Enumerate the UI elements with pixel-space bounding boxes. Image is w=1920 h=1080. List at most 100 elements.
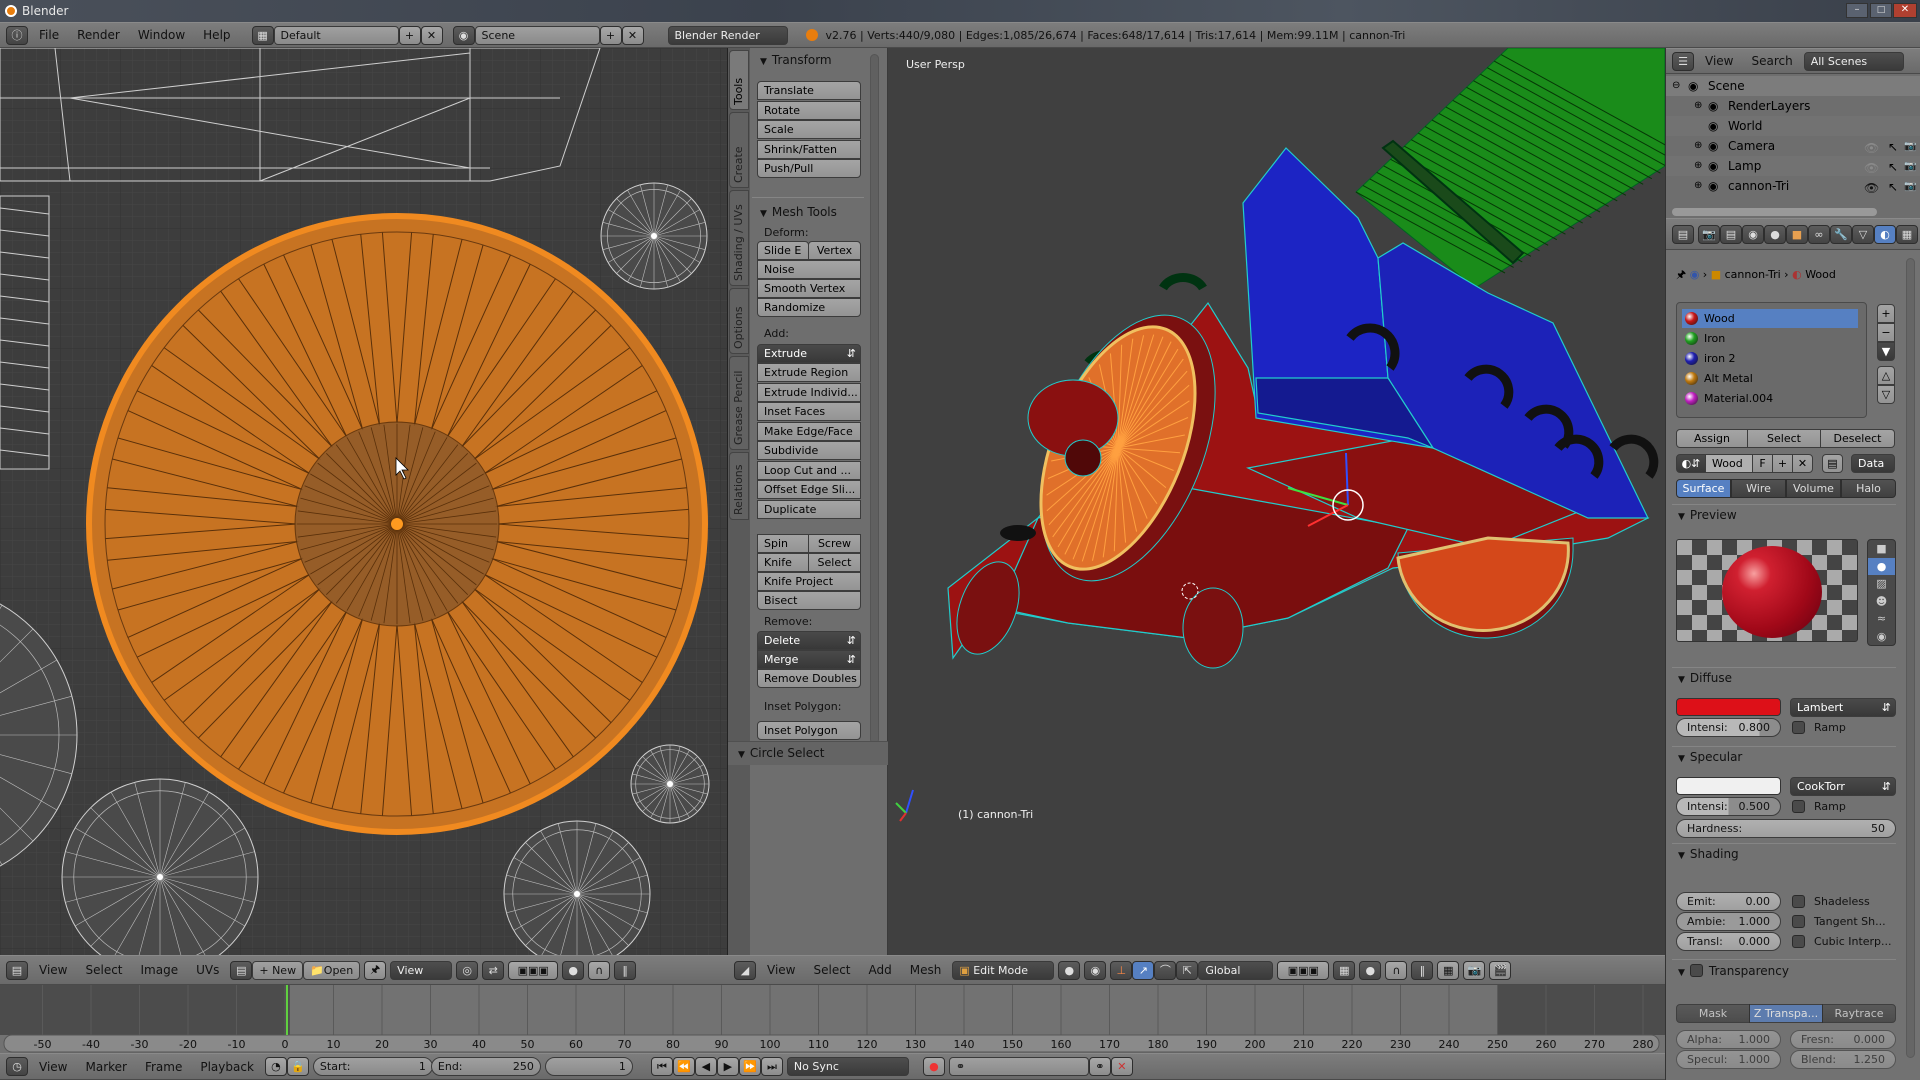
preview-panel-header[interactable]: Preview — [1678, 508, 1737, 522]
extrude-dropdown[interactable]: Extrude ⇵ — [757, 344, 861, 363]
preview-range-icon[interactable]: ◔ — [264, 1057, 287, 1076]
material-type-tab[interactable]: Surface — [1676, 479, 1731, 498]
preview-sphere-icon[interactable]: ● — [1868, 557, 1895, 575]
browse-material-button[interactable]: ◐⇵ — [1676, 454, 1706, 473]
3d-menu-select[interactable]: Select — [806, 963, 857, 977]
opengl-anim-icon[interactable]: 🎬 — [1489, 960, 1512, 980]
outliner-item[interactable]: ⊕ ◉ cannon-Tri 👁 ↖ 📷 — [1666, 176, 1920, 196]
uv-menu-select[interactable]: Select — [78, 963, 129, 977]
slot-specials-button[interactable]: ▼ — [1877, 342, 1895, 361]
opengl-render-icon[interactable]: 📷 — [1463, 960, 1486, 980]
shading-panel-header[interactable]: Shading — [1678, 847, 1739, 861]
view-mode-select[interactable]: View — [390, 960, 453, 980]
node-tree-button[interactable]: ▤ — [1822, 454, 1843, 473]
transform-rotate-button[interactable]: Rotate — [757, 100, 861, 120]
end-frame-field[interactable]: End: 250 — [430, 1057, 541, 1076]
uv-menu-image[interactable]: Image — [134, 963, 186, 977]
lock-icon[interactable]: 🔒 — [286, 1057, 309, 1076]
circle-select-header[interactable]: Circle Select — [738, 746, 825, 760]
tangent-shading-checkbox[interactable] — [1792, 915, 1805, 928]
material-name-field[interactable]: Wood — [1705, 454, 1753, 473]
snap-element-icon[interactable]: ‖ — [614, 960, 637, 980]
snap-icon[interactable]: ∩ — [1385, 960, 1408, 980]
outliner-menu-search[interactable]: Search — [1744, 54, 1799, 68]
expand-icon[interactable]: ⊕ — [1694, 96, 1702, 116]
transparency-method-tab[interactable]: Mask — [1676, 1004, 1750, 1023]
expand-icon[interactable]: ⊕ — [1694, 156, 1702, 176]
blend-field[interactable]: Blend: 1.250 — [1790, 1050, 1896, 1069]
sync-selection-icon[interactable]: ⇄ — [482, 960, 505, 980]
diffuse-ramp-checkbox[interactable] — [1792, 721, 1805, 734]
merge-dropdown[interactable]: Merge ⇵ — [757, 650, 861, 669]
expand-icon[interactable]: ⊖ — [1672, 76, 1680, 96]
transparency-method-tab[interactable]: Z Transpa... — [1749, 1004, 1823, 1023]
shelf-tab[interactable]: Relations — [729, 452, 749, 520]
preview-monkey-icon[interactable]: ☻ — [1868, 593, 1895, 611]
material-slot[interactable]: Alt Metal — [1682, 369, 1858, 388]
maximize-button[interactable]: □ — [1870, 3, 1892, 18]
fake-user-button[interactable]: F — [1752, 454, 1773, 473]
knife-button[interactable]: Knife — [757, 553, 809, 572]
record-icon[interactable]: ● — [922, 1057, 945, 1076]
close-window-button[interactable]: ✕ — [1893, 3, 1917, 18]
3d-menu-view[interactable]: View — [760, 963, 802, 977]
selectable-arrow-icon[interactable]: ↖ — [1888, 157, 1898, 177]
timeline-menu-view[interactable]: View — [32, 1060, 74, 1074]
tab-world-icon[interactable]: ● — [1764, 224, 1786, 244]
preview-flat-icon[interactable]: ■ — [1868, 540, 1895, 558]
timeline-canvas[interactable]: -50 -40 -30 -20 -10 0 10 20 30 40 50 60 70 80 90 100 110… — [0, 985, 1665, 1053]
add-tool-button[interactable]: Make Edge/Face — [757, 421, 861, 441]
bisect-button[interactable]: Bisect — [757, 591, 861, 610]
add-tool-button[interactable]: Loop Cut and ... — [757, 460, 861, 480]
renderable-camera-icon[interactable]: 📷 — [1904, 157, 1916, 177]
outliner-item[interactable]: ⊕ ◉ Camera 👁 ↖ 📷 — [1666, 136, 1920, 156]
mode-select[interactable]: ▣ Edit Mode — [952, 960, 1055, 980]
shelf-tab[interactable]: Grease Pencil — [729, 356, 749, 450]
scene-icon[interactable]: ◉ — [452, 25, 475, 45]
specular-intensity-slider[interactable]: Intensi: 0.500 — [1676, 797, 1781, 816]
visibility-eye-icon[interactable]: 👁 — [1864, 138, 1879, 158]
material-type-tab[interactable]: Halo — [1841, 479, 1896, 498]
move-slot-up-button[interactable]: △ — [1877, 366, 1895, 385]
uv-menu-view[interactable]: View — [32, 963, 74, 977]
tab-texture-icon[interactable]: ▦ — [1896, 224, 1918, 244]
jump-end-icon[interactable]: ⏭ — [760, 1057, 783, 1076]
uv-menu-uvs[interactable]: UVs — [189, 963, 226, 977]
unlink-material-button[interactable]: ✕ — [1792, 454, 1813, 473]
proportional-edit-icon[interactable]: ● — [1359, 960, 1382, 980]
editor-type-info-icon[interactable]: ⓘ — [6, 25, 28, 45]
renderable-camera-icon[interactable]: 📷 — [1904, 137, 1916, 157]
transform-scale-button[interactable]: Scale — [757, 120, 861, 139]
proportional-edit-icon[interactable]: ● — [562, 960, 585, 980]
add-tool-button[interactable]: Extrude Individ... — [757, 382, 861, 402]
render-engine-select[interactable]: Blender Render — [667, 25, 788, 45]
renderable-camera-icon[interactable]: 📷 — [1904, 177, 1916, 197]
jump-keyframe-back-icon[interactable]: ⏪ — [672, 1057, 695, 1076]
link-select[interactable]: Data — [1851, 454, 1895, 473]
properties-scrollbar[interactable] — [1906, 258, 1915, 1058]
add-tool-button[interactable]: Duplicate — [757, 499, 861, 519]
add-tool-button[interactable]: Offset Edge Sli... — [757, 480, 861, 499]
cubic-interp-checkbox[interactable] — [1792, 935, 1805, 948]
shelf-tab[interactable]: Options — [729, 288, 749, 354]
diffuse-intensity-slider[interactable]: Intensi: 0.800 — [1676, 718, 1781, 737]
diffuse-color-swatch[interactable] — [1676, 698, 1781, 716]
display-mode-select[interactable]: All Scenes — [1803, 51, 1904, 71]
move-slot-down-button[interactable]: ▽ — [1877, 385, 1895, 404]
snap-element-icon[interactable]: ‖ — [1411, 960, 1434, 980]
select-mode-icons[interactable]: ▣▣▣ — [508, 960, 559, 980]
hardness-field[interactable]: Hardness: 50 — [1676, 819, 1896, 838]
outliner-item[interactable]: ⊕ ◉ RenderLayers — [1666, 96, 1920, 116]
shelf-tab[interactable]: Tools — [729, 50, 749, 110]
inset-polygon-button[interactable]: Inset Polygon — [757, 721, 861, 740]
assign-button[interactable]: Assign — [1676, 429, 1748, 448]
3d-menu-add[interactable]: Add — [862, 963, 899, 977]
randomize-button[interactable]: Randomize — [757, 298, 861, 317]
outliner-menu-view[interactable]: View — [1698, 54, 1740, 68]
shelf-tab[interactable]: Shading / UVs — [729, 190, 749, 286]
new-material-button[interactable]: + — [1772, 454, 1793, 473]
fresnel-field[interactable]: Fresn: 0.000 — [1790, 1030, 1896, 1049]
tab-data-icon[interactable]: ▽ — [1852, 224, 1874, 244]
add-tool-button[interactable]: Subdivide — [757, 441, 861, 460]
editor-type-timeline-icon[interactable]: ◷ — [6, 1057, 28, 1076]
